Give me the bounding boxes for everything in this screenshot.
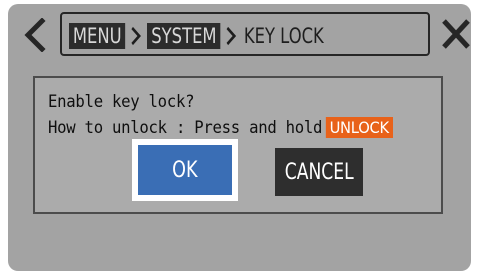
breadcrumb-current-page: KEY LOCK: [243, 24, 324, 48]
confirm-dialog: Enable key lock? How to unlock : Press a…: [33, 76, 443, 214]
cancel-button[interactable]: CANCEL: [275, 148, 363, 196]
ok-button[interactable]: OK: [132, 139, 238, 201]
chevron-right-icon: [129, 23, 145, 49]
breadcrumb-item-system[interactable]: SYSTEM: [147, 23, 221, 49]
device-screen: MENU SYSTEM KEY LOCK Enable key lock? Ho…: [8, 4, 471, 271]
close-button[interactable]: [441, 18, 471, 50]
instruction-text: How to unlock : Press and hold: [48, 118, 323, 138]
chevron-left-icon: [24, 18, 46, 52]
breadcrumb: MENU SYSTEM KEY LOCK: [60, 12, 430, 56]
dialog-question: Enable key lock?: [48, 92, 195, 112]
dialog-instruction: How to unlock : Press and hold UNLOCK: [48, 117, 393, 138]
back-button[interactable]: [22, 18, 48, 52]
close-icon: [442, 19, 470, 49]
chevron-right-icon: [224, 23, 240, 49]
cancel-button-label: CANCEL: [284, 159, 354, 185]
breadcrumb-item-menu[interactable]: MENU: [69, 23, 126, 49]
ok-button-label: OK: [172, 157, 198, 183]
unlock-key-badge: UNLOCK: [325, 117, 393, 138]
